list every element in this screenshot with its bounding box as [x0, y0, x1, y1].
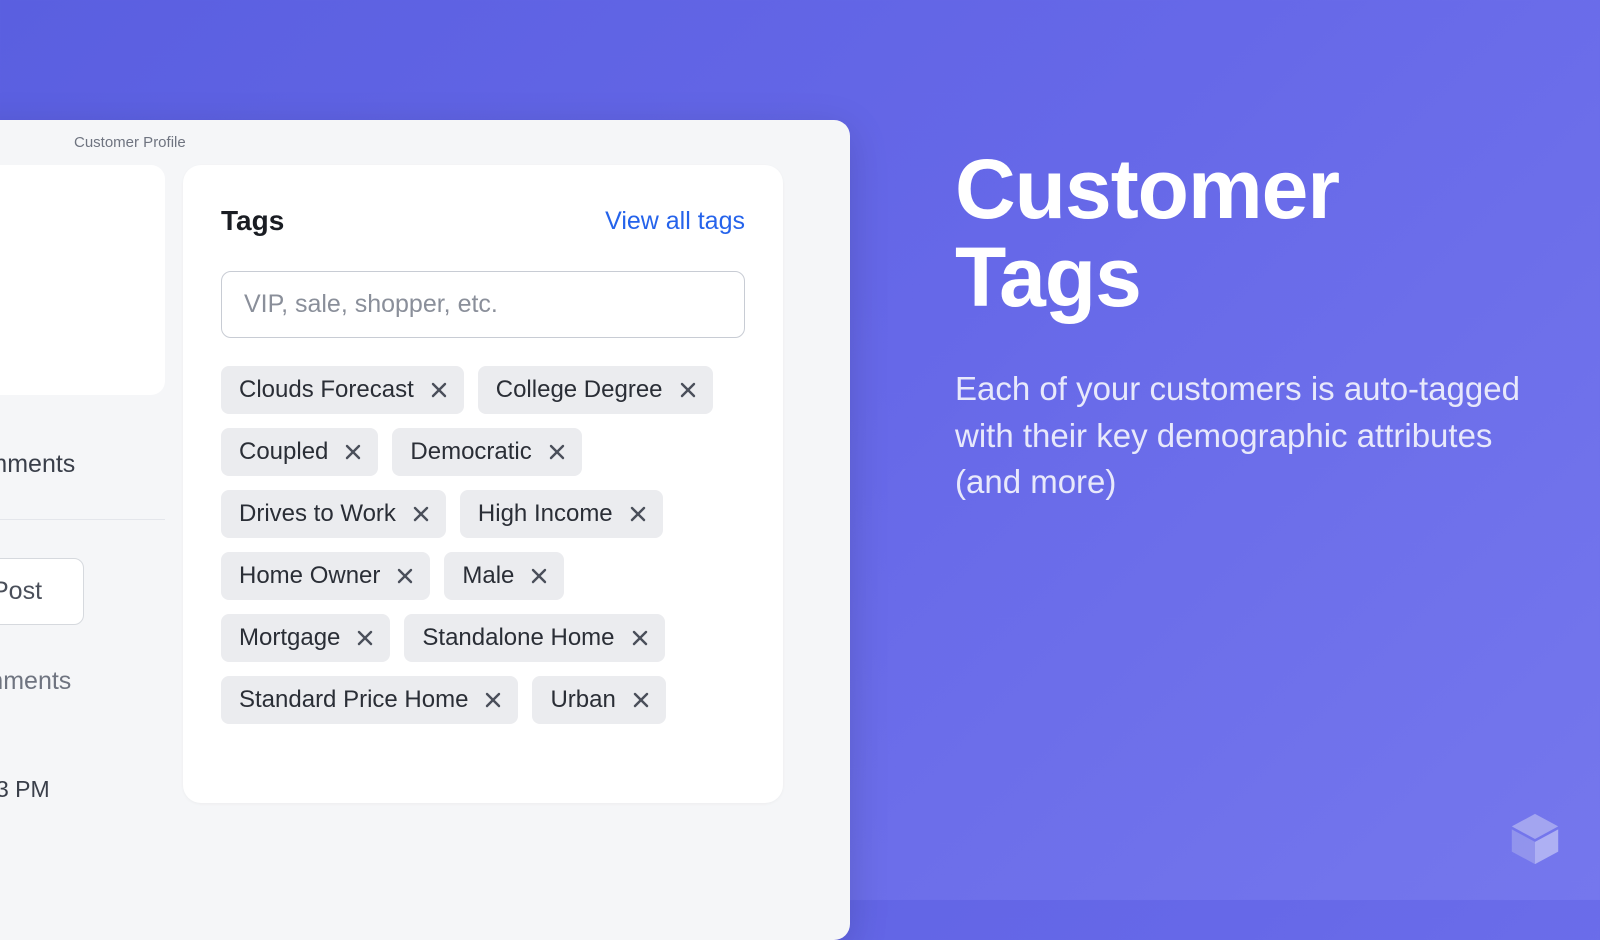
tag-chip: Urban: [532, 676, 665, 724]
tag-chip: Standalone Home: [404, 614, 664, 662]
close-icon[interactable]: [410, 503, 432, 525]
tag-chip: Coupled: [221, 428, 378, 476]
tag-chip: Drives to Work: [221, 490, 446, 538]
tag-label: Coupled: [239, 438, 328, 466]
tag-chip: Male: [444, 552, 564, 600]
close-icon[interactable]: [630, 689, 652, 711]
left-column: comments Post comments 2:33 PM: [0, 165, 165, 803]
close-icon[interactable]: [677, 379, 699, 401]
tag-chip: Standard Price Home: [221, 676, 518, 724]
close-icon[interactable]: [546, 441, 568, 463]
tag-label: Standard Price Home: [239, 686, 468, 714]
hero-title: Customer Tags: [955, 145, 1555, 321]
profile-card-placeholder: [0, 165, 165, 395]
tag-label: High Income: [478, 500, 613, 528]
tag-label: Standalone Home: [422, 624, 614, 652]
view-all-tags-link[interactable]: View all tags: [605, 207, 745, 236]
tag-chip: Democratic: [392, 428, 581, 476]
tag-chip: Mortgage: [221, 614, 390, 662]
close-icon[interactable]: [394, 565, 416, 587]
close-icon[interactable]: [528, 565, 550, 587]
tag-chip: High Income: [460, 490, 663, 538]
tag-chip: College Degree: [478, 366, 713, 414]
close-icon[interactable]: [482, 689, 504, 711]
comments-heading: comments: [0, 450, 165, 479]
tag-label: Mortgage: [239, 624, 340, 652]
tag-label: Democratic: [410, 438, 531, 466]
tag-label: Male: [462, 562, 514, 590]
tag-label: Clouds Forecast: [239, 376, 414, 404]
tags-header: Tags View all tags: [221, 205, 745, 237]
close-icon[interactable]: [342, 441, 364, 463]
tag-chip: Home Owner: [221, 552, 430, 600]
close-icon[interactable]: [354, 627, 376, 649]
tag-label: Drives to Work: [239, 500, 396, 528]
divider: [0, 519, 165, 520]
tags-card: Tags View all tags Clouds Forecast Colleg…: [183, 165, 783, 803]
content-row: comments Post comments 2:33 PM Tags View…: [0, 165, 850, 803]
close-icon[interactable]: [428, 379, 450, 401]
hero-description: Each of your customers is auto-tagged wi…: [955, 366, 1555, 505]
hero-title-line2: Tags: [955, 230, 1141, 324]
tag-label: Urban: [550, 686, 615, 714]
page-title: Customer Profile: [0, 120, 850, 165]
hero-title-line1: Customer: [955, 142, 1339, 236]
brand-logo-icon: [1506, 810, 1564, 868]
tags-title: Tags: [221, 205, 284, 237]
post-button[interactable]: Post: [0, 558, 84, 625]
tag-label: Home Owner: [239, 562, 380, 590]
comments-label: comments: [0, 667, 165, 696]
tag-chip: Clouds Forecast: [221, 366, 464, 414]
tag-label: College Degree: [496, 376, 663, 404]
close-icon[interactable]: [629, 627, 651, 649]
app-preview-panel: Customer Profile comments Post comments …: [0, 120, 850, 940]
tag-input[interactable]: [221, 271, 745, 338]
tags-list: Clouds Forecast College Degree Coupled Demo…: [221, 366, 745, 724]
close-icon[interactable]: [627, 503, 649, 525]
hero-section: Customer Tags Each of your customers is …: [955, 145, 1555, 505]
timestamp: 2:33 PM: [0, 776, 165, 803]
